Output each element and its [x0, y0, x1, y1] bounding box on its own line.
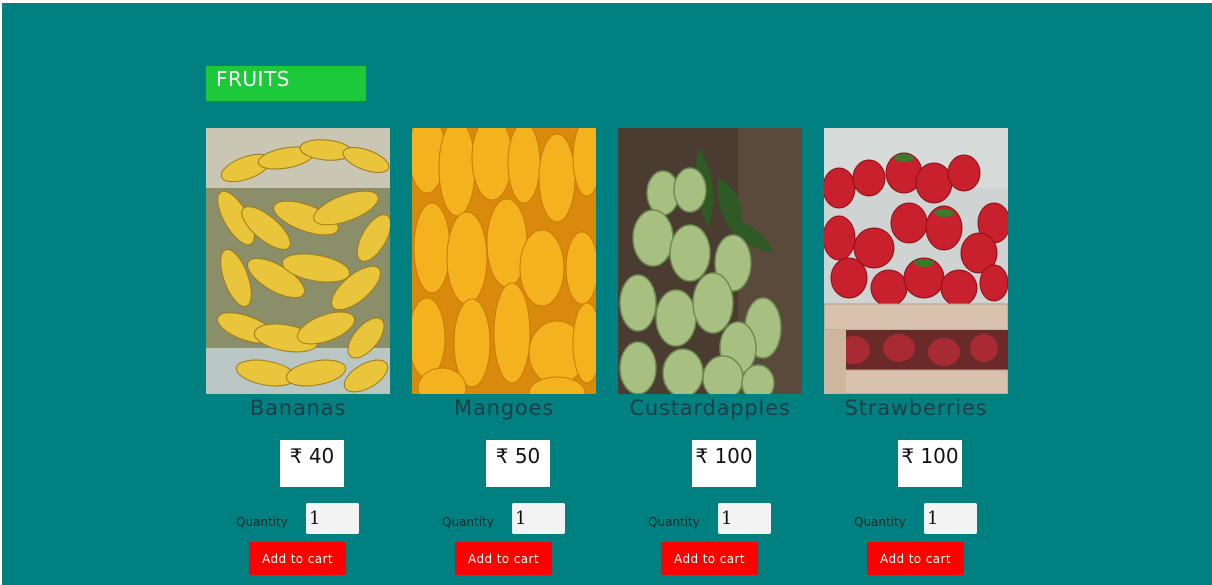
product-price: ₹ 40 [280, 440, 344, 487]
product-card-bananas: Bananas ₹ 40 Quantity Add to cart [206, 128, 390, 580]
banana-image[interactable] [206, 128, 390, 394]
product-price: ₹ 50 [486, 440, 550, 487]
product-price: ₹ 100 [692, 440, 756, 487]
add-to-cart-button[interactable]: Add to cart [455, 542, 552, 575]
quantity-input[interactable] [306, 503, 359, 534]
add-to-cart-button[interactable]: Add to cart [661, 542, 758, 575]
quantity-label: Quantity [648, 515, 700, 529]
product-name: Strawberries [844, 396, 988, 420]
product-name: Custardapples [629, 396, 791, 420]
custard-apple-image[interactable] [618, 128, 802, 394]
mango-image[interactable] [412, 128, 596, 394]
product-card-custardapples: Custardapples ₹ 100 Quantity Add to cart [618, 128, 802, 580]
product-name: Bananas [249, 396, 347, 420]
quantity-label: Quantity [442, 515, 494, 529]
section-title: FRUITS [206, 66, 366, 101]
add-to-cart-button[interactable]: Add to cart [867, 542, 964, 575]
strawberry-image[interactable] [824, 128, 1008, 394]
quantity-input[interactable] [718, 503, 771, 534]
quantity-input[interactable] [512, 503, 565, 534]
product-price: ₹ 100 [898, 440, 962, 487]
add-to-cart-button[interactable]: Add to cart [249, 542, 346, 575]
product-card-mangoes: Mangoes ₹ 50 Quantity Add to cart [412, 128, 596, 580]
quantity-label: Quantity [854, 515, 906, 529]
page-background: FRUITS Bananas ₹ 40 Quantity 1 Add to ca… [2, 3, 1212, 585]
product-name: Mangoes [454, 396, 554, 420]
product-card-strawberries: Strawberries ₹ 100 Quantity Add to cart [824, 128, 1008, 580]
quantity-input[interactable] [924, 503, 977, 534]
quantity-label: Quantity [236, 515, 288, 529]
